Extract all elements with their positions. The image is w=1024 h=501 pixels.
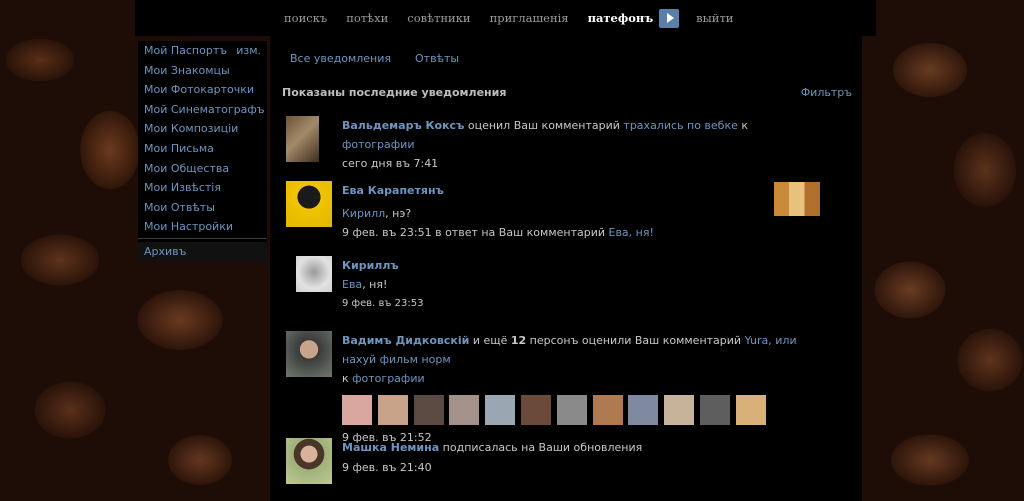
comment-text: , нэ?	[385, 207, 412, 220]
mention-link[interactable]: Ева	[342, 278, 362, 291]
side-menu-settings[interactable]: Мои Настройки	[138, 217, 267, 237]
side-menu-archive[interactable]: Архивъ	[138, 241, 267, 262]
liker-avatar[interactable]	[413, 395, 444, 425]
side-menu-friends[interactable]: Мои Знакомцы	[138, 61, 267, 81]
liker-avatar[interactable]	[377, 395, 408, 425]
top-navigation: поискъ потѣхи совѣтники приглашенія пате…	[284, 8, 752, 28]
side-menu-videos[interactable]: Мой Синематографъ	[138, 100, 267, 120]
notification-action: подписалась на Ваши обновления	[439, 441, 643, 454]
liker-avatar[interactable]	[520, 395, 551, 425]
play-icon	[666, 13, 674, 23]
persons-count: 12	[510, 334, 527, 347]
nav-invitations[interactable]: приглашенія	[490, 11, 569, 25]
side-menu-messages[interactable]: Мои Письма	[138, 139, 267, 159]
nav-gramophone[interactable]: патефонъ	[588, 11, 654, 25]
liker-avatar[interactable]	[592, 395, 623, 425]
page-heading: Показаны последние уведомления	[282, 86, 507, 99]
notification-action: персонъ оценили Ваш комментарий	[526, 334, 745, 347]
side-menu-answers[interactable]: Мои Отвѣты	[138, 198, 267, 218]
notification-joiner: к	[737, 119, 749, 132]
notification-time: 9 фев. въ 23:53	[342, 298, 424, 309]
notification-tabs: Все уведомления Отвѣты	[290, 52, 483, 65]
liker-avatar[interactable]	[735, 395, 766, 425]
notification-joiner: к	[342, 372, 353, 385]
liker-avatar[interactable]	[449, 395, 480, 425]
side-menu-divider	[138, 237, 267, 239]
user-name-link[interactable]: Кириллъ	[342, 259, 399, 272]
notification-time: 9 фев. въ 23:51 в ответ на Ваш комментар…	[342, 226, 609, 239]
nav-logout[interactable]: выйти	[696, 11, 733, 25]
side-menu-photos[interactable]: Мои Фотокарточки	[138, 80, 267, 100]
nav-advisors[interactable]: совѣтники	[407, 11, 470, 25]
side-menu-groups[interactable]: Мои Общества	[138, 159, 267, 179]
notification-action: оценил Ваш комментарий	[464, 119, 624, 132]
notification-time: 9 фев. въ 21:40	[342, 461, 432, 474]
liker-avatars	[342, 395, 822, 425]
side-menu-news[interactable]: Мои Извѣстія	[138, 178, 267, 198]
reply-comment-link[interactable]: Ева, ня!	[609, 226, 654, 239]
liker-avatar[interactable]	[628, 395, 659, 425]
tab-answers[interactable]: Отвѣты	[415, 52, 459, 65]
liker-avatar[interactable]	[342, 395, 372, 425]
comment-text: , ня!	[362, 278, 388, 291]
avatar[interactable]	[286, 116, 319, 162]
avatar[interactable]	[286, 331, 332, 377]
side-menu-audio[interactable]: Мои Композиціи	[138, 119, 267, 139]
liker-avatar[interactable]	[664, 395, 695, 425]
nav-search[interactable]: поискъ	[284, 11, 327, 25]
tab-all-notifications[interactable]: Все уведомления	[290, 52, 391, 65]
side-menu: Мой Паспортъ изм. Мои Знакомцы Мои Фоток…	[138, 41, 267, 262]
photo-thumbnail[interactable]	[774, 182, 820, 216]
filter-link[interactable]: Фильтръ	[801, 86, 852, 99]
user-name-link[interactable]: Ева Карапетянъ	[342, 184, 444, 197]
liker-avatar[interactable]	[485, 395, 516, 425]
photo-link[interactable]: фотографии	[352, 372, 424, 385]
photo-link[interactable]: фотографии	[342, 138, 414, 151]
mention-link[interactable]: Кирилл	[342, 207, 385, 220]
avatar[interactable]	[286, 181, 332, 227]
user-name-link[interactable]: Вальдемаръ Коксъ	[342, 119, 464, 132]
nav-fun[interactable]: потѣхи	[346, 11, 388, 25]
notification-action-prefix: и ещё	[469, 334, 511, 347]
user-name-link[interactable]: Вадимъ Дидковскій	[342, 334, 469, 347]
comment-link[interactable]: трахались по вебке	[623, 119, 737, 132]
notification-time: сего дня въ 7:41	[342, 157, 439, 170]
liker-avatar[interactable]	[556, 395, 587, 425]
avatar[interactable]	[286, 438, 332, 484]
play-button[interactable]	[659, 8, 680, 28]
liker-avatar[interactable]	[699, 395, 730, 425]
edit-link[interactable]: изм.	[236, 41, 261, 61]
user-name-link[interactable]: Машка Немина	[342, 441, 439, 454]
avatar[interactable]	[296, 256, 332, 292]
